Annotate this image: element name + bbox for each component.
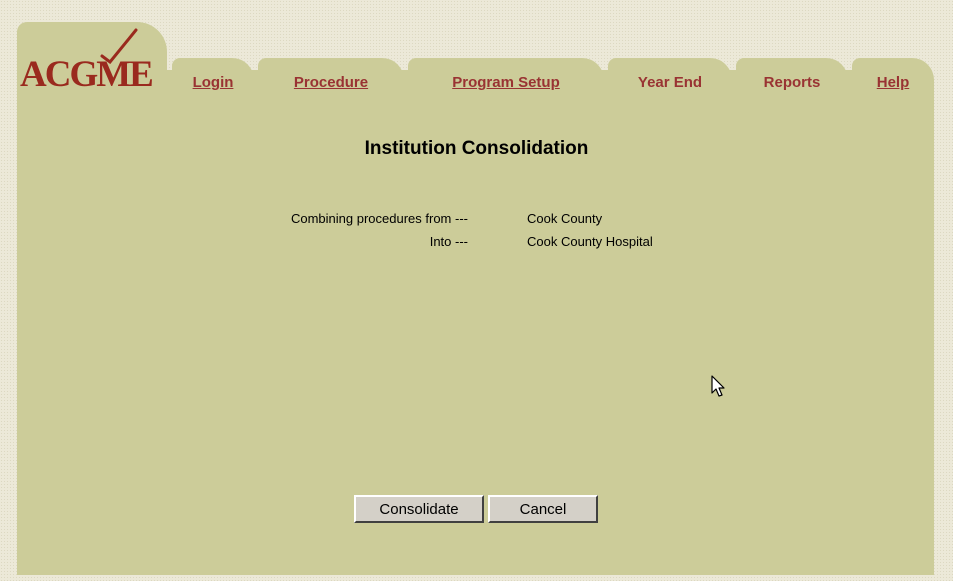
tab-year-end[interactable]: Year End — [608, 58, 732, 98]
tab-reports[interactable]: Reports — [736, 58, 848, 98]
into-institution: Cook County Hospital — [527, 234, 653, 249]
tab-procedure[interactable]: Procedure — [258, 58, 404, 98]
consolidate-button[interactable]: Consolidate — [354, 495, 484, 523]
tab-program-setup[interactable]: Program Setup — [408, 58, 604, 98]
logo-checkmark-icon — [100, 28, 138, 64]
into-label: Into --- — [429, 234, 468, 249]
from-institution: Cook County — [527, 211, 603, 226]
page-title: Institution Consolidation — [364, 138, 589, 159]
cancel-button[interactable]: Cancel — [488, 495, 598, 523]
tab-help[interactable]: Help — [852, 58, 934, 98]
tab-login[interactable]: Login — [172, 58, 254, 98]
from-label: Combining procedures from --- — [290, 211, 468, 226]
mouse-pointer-icon — [711, 375, 725, 397]
